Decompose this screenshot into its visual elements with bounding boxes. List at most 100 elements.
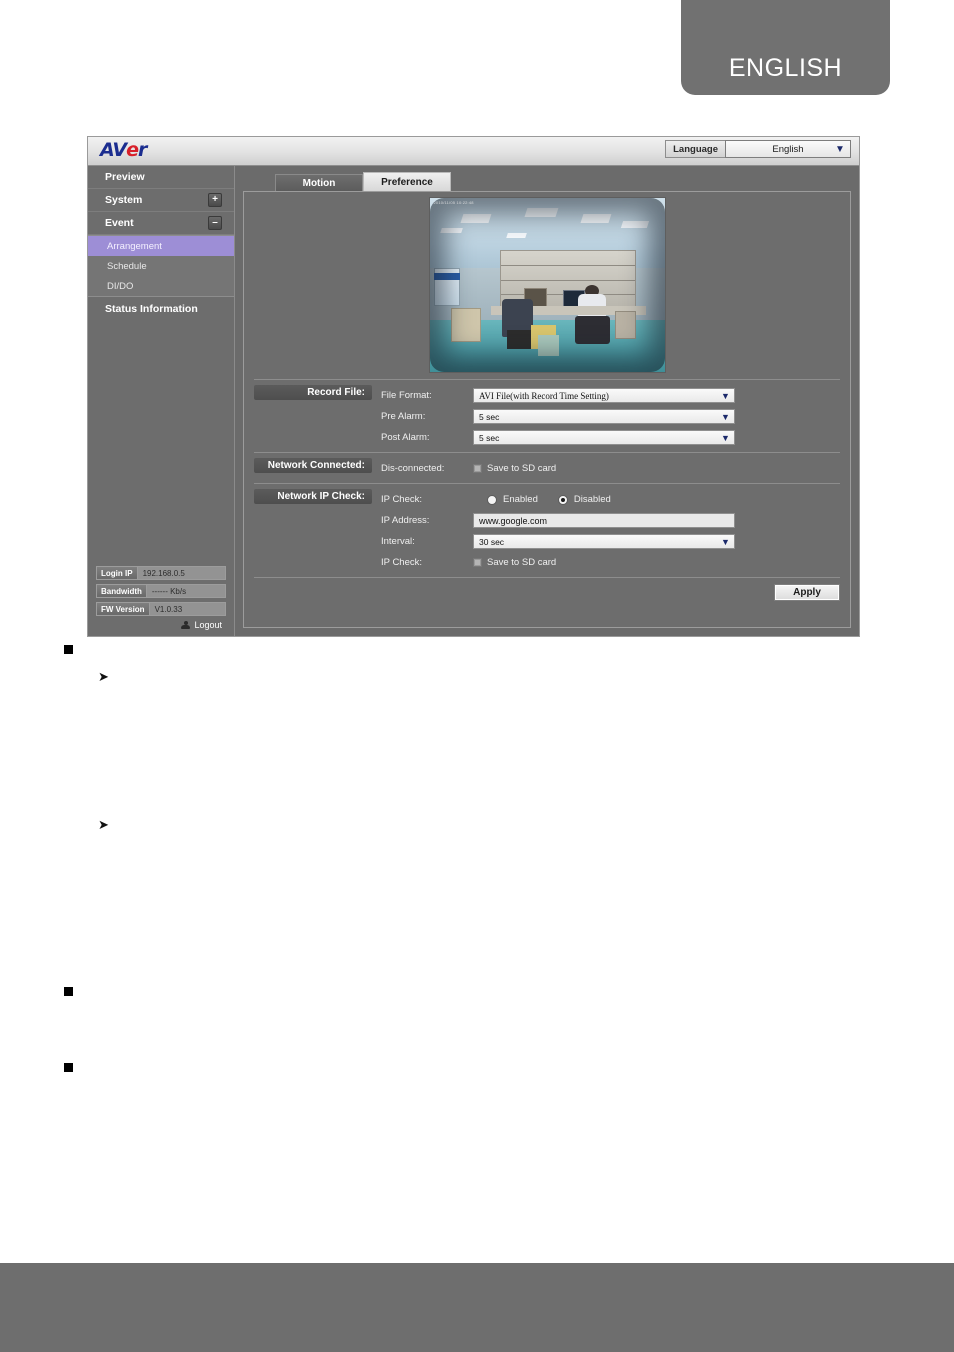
- bullet-square-1: [64, 645, 73, 654]
- label-pre-alarm: Pre Alarm:: [381, 411, 426, 422]
- chevron-down-icon: ▼: [721, 390, 730, 401]
- sidebar-item-schedule[interactable]: Schedule: [88, 256, 234, 276]
- content-area: Motion Preference 2010/11/05 10:22:48 Re…: [235, 166, 859, 636]
- checkbox-ipcheck-save-sd[interactable]: Save to SD card: [473, 557, 840, 568]
- radio-icon-enabled[interactable]: [487, 494, 497, 505]
- sidebar-item-status-information[interactable]: Status Information: [88, 297, 234, 320]
- logo-text-r: r: [138, 139, 147, 161]
- input-ip-address-value: www.google.com: [479, 515, 548, 526]
- tab-preference-label: Preference: [381, 176, 433, 188]
- row-ip-check-radio: IP Check: Enabled Disabled: [381, 489, 840, 510]
- row-interval: Interval: 30 sec ▼: [381, 531, 840, 552]
- select-file-format[interactable]: AVI File(with Record Time Setting) ▼: [473, 388, 735, 403]
- group-label-network-connected: Network Connected:: [254, 458, 372, 473]
- language-select-value: English: [772, 143, 804, 155]
- tab-motion[interactable]: Motion: [275, 174, 363, 191]
- logout-label: Logout: [194, 620, 222, 630]
- sidebar-item-dido[interactable]: DI/DO: [88, 276, 234, 296]
- sidebar-item-preview-label: Preview: [105, 171, 145, 183]
- select-post-alarm-value: 5 sec: [479, 432, 500, 443]
- user-icon: [181, 620, 191, 630]
- sidebar-item-event[interactable]: Event –: [88, 212, 234, 235]
- checkbox-ipcheck-save-sd-label: Save to SD card: [487, 557, 557, 568]
- group-network-connected: Network Connected: Dis-connected: Save t…: [254, 453, 840, 483]
- checkbox-icon[interactable]: [473, 558, 482, 567]
- camera-web-ui-window: AVer Language English ▼ Preview System +…: [87, 136, 860, 637]
- status-value-bandwidth: ------ Kb/s: [146, 585, 225, 597]
- status-row-bandwidth: Bandwidth ------ Kb/s: [96, 584, 226, 598]
- camera-timestamp-overlay: 2010/11/05 10:22:48: [433, 200, 474, 205]
- group-fields-network-ip-check: IP Check: Enabled Disabled IP Address: w…: [372, 489, 840, 573]
- sidebar: Preview System + Event – Arrangement Sch…: [88, 166, 235, 636]
- sidebar-item-arrangement-label: Arrangement: [107, 240, 162, 252]
- row-ip-check-save: IP Check: Save to SD card: [381, 552, 840, 573]
- bullet-square-3: [64, 1063, 73, 1072]
- select-interval[interactable]: 30 sec ▼: [473, 534, 735, 549]
- label-ip-check-save: IP Check:: [381, 557, 423, 568]
- group-network-ip-check: Network IP Check: IP Check: Enabled Disa…: [254, 484, 840, 577]
- label-ip-check: IP Check:: [381, 494, 423, 505]
- sidebar-item-status-information-label: Status Information: [105, 302, 198, 315]
- row-dis-connected: Dis-connected: Save to SD card: [381, 458, 840, 479]
- page-footer-band: [0, 1263, 954, 1352]
- radio-ip-check-disabled[interactable]: Disabled: [557, 494, 611, 505]
- logout-button[interactable]: Logout: [96, 620, 226, 630]
- sidebar-item-system[interactable]: System +: [88, 189, 234, 212]
- input-ip-address[interactable]: www.google.com: [473, 513, 735, 528]
- camera-preview-wrap: 2010/11/05 10:22:48: [244, 192, 850, 379]
- tab-preference[interactable]: Preference: [363, 172, 451, 191]
- apply-row: Apply: [254, 578, 840, 605]
- radio-ip-check-enabled[interactable]: Enabled: [487, 494, 538, 505]
- group-fields-record-file: File Format: AVI File(with Record Time S…: [372, 385, 840, 448]
- row-post-alarm: Post Alarm: 5 sec ▼: [381, 427, 840, 448]
- status-key-bandwidth: Bandwidth: [97, 585, 147, 597]
- checkbox-disconnected-save-sd[interactable]: Save to SD card: [473, 463, 840, 474]
- apply-button[interactable]: Apply: [774, 584, 840, 601]
- row-ip-address: IP Address: www.google.com: [381, 510, 840, 531]
- status-value-fw-version: V1.0.33: [149, 603, 225, 615]
- sidebar-item-preview[interactable]: Preview: [88, 166, 234, 189]
- status-row-login-ip: Login IP 192.168.0.5: [96, 566, 226, 580]
- bullet-arrow-2: ➤: [98, 818, 109, 833]
- sidebar-nav: Preview System + Event – Arrangement Sch…: [88, 166, 234, 320]
- language-select[interactable]: English ▼: [725, 140, 851, 158]
- preference-panel: 2010/11/05 10:22:48 Record File: File Fo…: [243, 191, 851, 628]
- sidebar-item-event-label: Event: [105, 217, 134, 229]
- select-file-format-value: AVI File(with Record Time Setting): [479, 390, 609, 401]
- collapse-minus-icon[interactable]: –: [208, 216, 222, 230]
- logo-text-av: AV: [100, 139, 127, 161]
- row-file-format: File Format: AVI File(with Record Time S…: [381, 385, 840, 406]
- status-value-login-ip: 192.168.0.5: [137, 567, 225, 579]
- expand-plus-icon[interactable]: +: [208, 193, 222, 207]
- select-pre-alarm-value: 5 sec: [479, 411, 500, 422]
- logo-swirl-icon: e: [126, 139, 139, 161]
- english-banner-label: ENGLISH: [728, 54, 843, 82]
- sidebar-item-schedule-label: Schedule: [107, 260, 147, 272]
- group-record-file: Record File: File Format: AVI File(with …: [254, 380, 840, 452]
- tab-bar: Motion Preference: [243, 172, 851, 191]
- checkbox-disconnected-save-sd-label: Save to SD card: [487, 463, 557, 474]
- radio-ip-check-enabled-label: Enabled: [503, 494, 538, 505]
- ui-body: Preview System + Event – Arrangement Sch…: [88, 166, 859, 636]
- aver-logo: AVer: [100, 139, 147, 161]
- chevron-down-icon: ▼: [721, 432, 730, 443]
- ui-header-bar: AVer Language English ▼: [88, 137, 859, 166]
- select-pre-alarm[interactable]: 5 sec ▼: [473, 409, 735, 424]
- select-post-alarm[interactable]: 5 sec ▼: [473, 430, 735, 445]
- english-language-banner: ENGLISH: [681, 0, 890, 95]
- label-file-format: File Format:: [381, 390, 432, 401]
- status-key-login-ip: Login IP: [97, 567, 138, 579]
- camera-preview-image[interactable]: 2010/11/05 10:22:48: [428, 197, 666, 373]
- radio-icon-disabled[interactable]: [557, 494, 568, 505]
- tab-motion-label: Motion: [302, 177, 336, 189]
- chevron-down-icon: ▼: [721, 411, 730, 422]
- label-post-alarm: Post Alarm:: [381, 432, 430, 443]
- bullet-square-2: [64, 987, 73, 996]
- chevron-down-icon: ▼: [721, 536, 730, 547]
- group-label-network-ip-check: Network IP Check:: [254, 489, 372, 504]
- label-dis-connected: Dis-connected:: [381, 463, 445, 474]
- group-fields-network-connected: Dis-connected: Save to SD card: [372, 458, 840, 479]
- checkbox-icon[interactable]: [473, 464, 482, 473]
- sidebar-item-arrangement[interactable]: Arrangement: [88, 236, 234, 256]
